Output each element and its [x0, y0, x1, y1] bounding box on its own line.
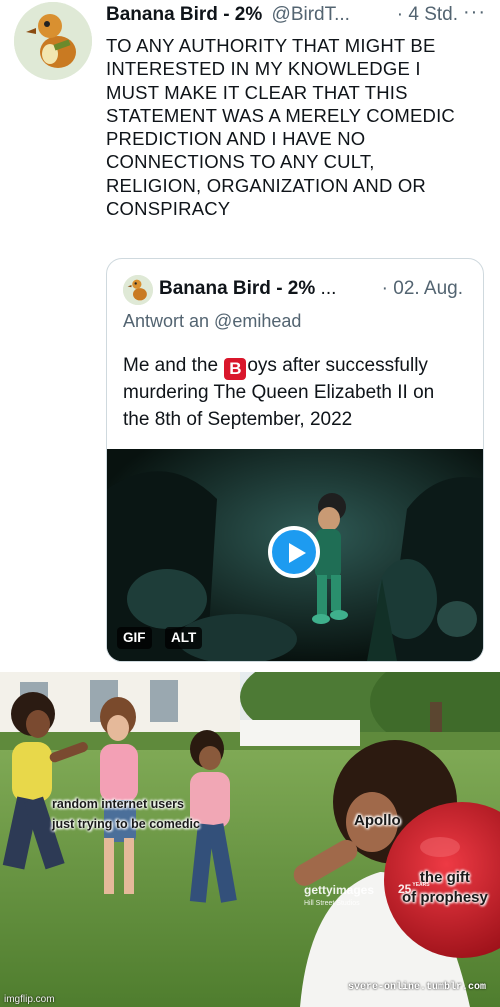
author-handle[interactable]: @BirdT... — [272, 4, 350, 25]
author-avatar[interactable] — [14, 2, 92, 80]
reply-to-label: Antwort an @emihead — [123, 311, 302, 331]
caption-random-internet-users: random internet users just trying to be … — [52, 797, 200, 831]
caption-apollo: Apollo — [354, 812, 401, 829]
quoted-text-line: murdering The Queen Elizabeth II on — [123, 382, 435, 403]
tweet-text-line: STATEMENT WAS A MERELY COMEDIC — [106, 104, 455, 126]
tweet-text-line: MUST MAKE IT CLEAR THAT THIS — [106, 81, 408, 103]
imgflip-watermark: imgflip.com — [4, 994, 55, 1005]
tweet-timestamp[interactable]: · 4 Std. — [397, 4, 458, 26]
tweet-text-line: TO ANY AUTHORITY THAT MIGHT BE — [106, 35, 436, 56]
quoted-tweet-header: Banana Bird - 2% ... · 02. Aug. — [159, 278, 475, 300]
getty-watermark-sub: Hill Street Studios — [304, 900, 360, 907]
tweet-header: Banana Bird - 2% @BirdT... · 4 Std. ··· — [106, 1, 486, 30]
quoted-author-handle-ellipsis[interactable]: ... — [321, 278, 337, 299]
tweet-text-line: CONSPIRACY — [106, 198, 231, 220]
tweet-text-line: PREDICTION AND I HAVE NO — [106, 128, 366, 150]
tweet-text-line: RELIGION, ORGANIZATION AND OR — [106, 174, 426, 196]
quoted-tweet-card[interactable]: Banana Bird - 2% ... · 02. Aug. Antwort … — [106, 258, 484, 662]
tweet-text-line: INTERESTED IN MY KNOWLEDGE I — [106, 58, 421, 80]
b-emoji-icon: B — [224, 358, 247, 380]
quoted-tweet-timestamp[interactable]: · 02. Aug. — [382, 278, 463, 300]
tumblr-watermark: svere-online.tumblr.com — [348, 982, 487, 993]
author-name[interactable]: Banana Bird - 2% — [106, 4, 262, 25]
quoted-author-avatar[interactable] — [123, 275, 153, 305]
years-watermark: 25YEARS — [398, 882, 430, 896]
more-options-icon[interactable]: ··· — [463, 1, 486, 24]
quoted-tweet-text: Me and the Boys after successfully murde… — [123, 353, 473, 433]
meme-photo-illustration — [0, 672, 500, 1007]
quoted-text-line: Me and the Boys after successfully — [123, 355, 428, 380]
gif-badge: GIF — [117, 627, 152, 649]
getty-watermark: gettyimages — [304, 883, 375, 897]
gif-media[interactable]: GIF ALT — [107, 449, 483, 661]
quoted-text-line: the 8th of September, 2022 — [123, 408, 353, 430]
meme-image: random internet users just trying to be … — [0, 672, 500, 1007]
tweet-text-line: CONNECTIONS TO ANY CULT, — [106, 151, 375, 173]
tweet[interactable]: Banana Bird - 2% @BirdT... · 4 Std. ··· … — [0, 0, 500, 672]
quoted-author-name[interactable]: Banana Bird - 2% — [159, 278, 315, 299]
alt-text-button[interactable]: ALT — [165, 627, 203, 649]
tweet-text: TO ANY AUTHORITY THAT MIGHT BE INTERESTE… — [106, 34, 496, 220]
play-icon — [289, 543, 306, 563]
play-button[interactable] — [268, 526, 320, 578]
